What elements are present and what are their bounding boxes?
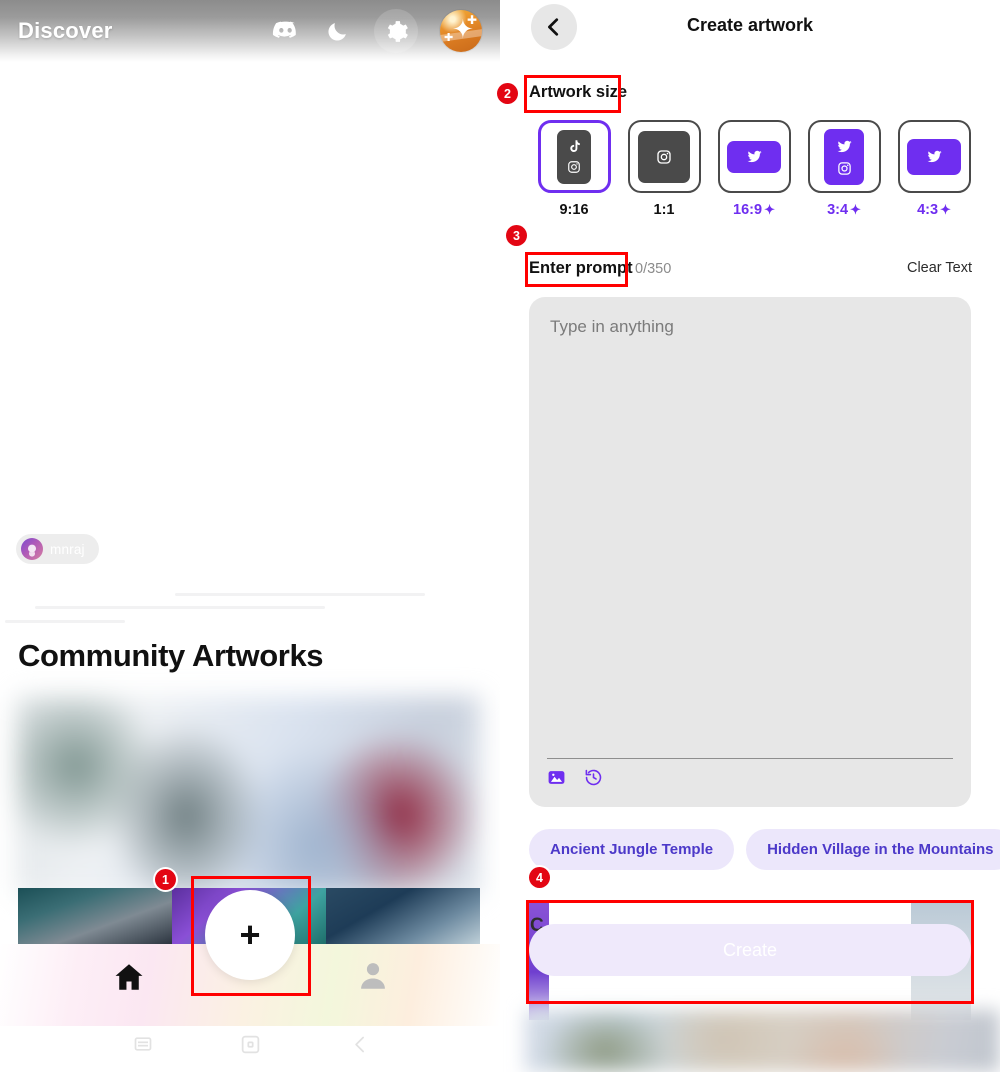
size-option-4-3[interactable]: 4:3 ✦: [889, 120, 979, 218]
avatar[interactable]: ✦ ✚ ✚: [440, 10, 482, 52]
prompt-suggestions: Ancient Jungle Temple Hidden Village in …: [529, 829, 1000, 870]
create-artwork-fab[interactable]: +: [205, 890, 295, 980]
twitter-icon: [926, 150, 942, 163]
size-ratio: 9:16: [559, 202, 589, 218]
left-phone-panel: Discover ✦ ✚ ✚ mnraj Community Artworks …: [0, 0, 500, 1072]
suggestion-chip[interactable]: Ancient Jungle Temple: [529, 829, 735, 870]
size-ratio: 4:3: [917, 202, 939, 218]
panel-header: Create artwork: [500, 0, 1000, 56]
size-option-9-16[interactable]: 9:16: [529, 120, 619, 218]
prompt-toolbar: [547, 768, 603, 792]
size-label: 9:16: [559, 202, 588, 218]
header-actions: ✦ ✚ ✚: [270, 9, 482, 53]
size-card[interactable]: [537, 120, 611, 193]
instagram-icon: [657, 149, 671, 164]
instagram-icon: [568, 161, 580, 173]
size-card[interactable]: [807, 120, 881, 193]
moon-icon[interactable]: [322, 16, 352, 46]
section-title: Community Artworks: [18, 638, 324, 673]
pro-sparkle-icon: ✦: [764, 202, 775, 217]
clear-text-button[interactable]: Clear Text: [907, 260, 972, 276]
size-preview: [824, 128, 864, 185]
image-icon[interactable]: [547, 768, 566, 792]
size-ratio: 1:1: [653, 202, 675, 218]
plus-icon: +: [239, 914, 261, 955]
gear-icon[interactable]: [374, 9, 418, 53]
pro-sparkle-icon: ✦: [850, 202, 861, 217]
size-ratio: 3:4: [827, 202, 849, 218]
size-preview: [907, 138, 961, 175]
twitter-icon: [836, 140, 852, 152]
back-chevron-icon[interactable]: [350, 1034, 371, 1060]
enter-prompt-label: Enter prompt: [529, 259, 633, 277]
bottom-artwork-preview: [525, 1010, 1000, 1072]
annotation-marker-4: 4: [529, 867, 550, 888]
size-preview: [638, 130, 690, 183]
size-card[interactable]: [897, 120, 971, 193]
annotation-marker-3: 3: [506, 225, 527, 246]
author-avatar-icon: [21, 538, 43, 560]
discord-icon[interactable]: [270, 16, 300, 46]
tiktok-icon: [569, 140, 580, 152]
discover-header: Discover ✦ ✚ ✚: [0, 0, 500, 62]
placeholder-text-lines: [0, 575, 500, 623]
annotation-marker-1: 1: [155, 869, 176, 890]
prompt-textarea[interactable]: Type in anything: [529, 297, 971, 807]
author-name: mnraj: [50, 541, 85, 557]
create-button[interactable]: Create: [529, 924, 971, 976]
history-icon[interactable]: [584, 768, 603, 792]
suggestion-chip[interactable]: Hidden Village in the Mountains: [746, 829, 1000, 870]
page-title: Discover: [18, 18, 113, 43]
size-label: 1:1: [654, 202, 675, 218]
artwork-size-options: 9:16 1:1 16:9 ✦ 3:4 ✦ 4:3 ✦: [529, 120, 979, 218]
size-preview: [727, 140, 781, 173]
size-ratio: 16:9: [733, 202, 763, 218]
size-label: 4:3 ✦: [917, 202, 951, 218]
prompt-placeholder: Type in anything: [550, 317, 674, 336]
prompt-divider: [547, 758, 953, 759]
size-card[interactable]: [717, 120, 791, 193]
system-navigation-bar: [0, 1026, 500, 1072]
pro-sparkle-icon: ✦: [940, 202, 951, 217]
size-option-3-4[interactable]: 3:4 ✦: [799, 120, 889, 218]
panel-title: Create artwork: [686, 15, 814, 35]
nav-profile-icon[interactable]: [356, 958, 390, 994]
size-preview: [557, 129, 591, 184]
featured-artwork-image[interactable]: [16, 696, 480, 896]
size-option-16-9[interactable]: 16:9 ✦: [709, 120, 799, 218]
instagram-icon: [837, 161, 851, 175]
artwork-thumbnail[interactable]: [326, 888, 480, 944]
size-label: 3:4 ✦: [827, 202, 861, 218]
twitter-icon: [746, 150, 762, 163]
prompt-character-counter: 0/350: [635, 261, 672, 277]
recents-icon[interactable]: [133, 1034, 153, 1059]
size-label: 16:9 ✦: [733, 202, 775, 218]
home-square-icon[interactable]: [240, 1034, 261, 1060]
artwork-thumbnail[interactable]: [18, 888, 172, 944]
artwork-author-badge[interactable]: mnraj: [16, 534, 99, 564]
artwork-size-label: Artwork size: [529, 83, 628, 101]
size-option-1-1[interactable]: 1:1: [619, 120, 709, 218]
size-card[interactable]: [627, 120, 701, 193]
nav-home-icon[interactable]: [112, 960, 146, 994]
screenshot-root: Discover ✦ ✚ ✚ mnraj Community Artworks …: [0, 0, 1000, 1072]
annotation-marker-2: 2: [497, 83, 518, 104]
